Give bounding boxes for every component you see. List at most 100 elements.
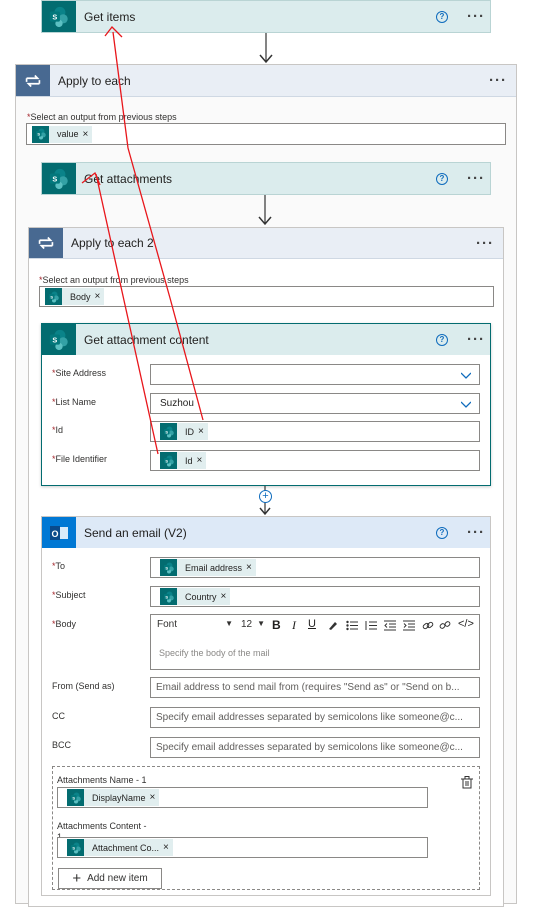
link-icon[interactable] [422,620,434,631]
token-body[interactable]: Body × [45,288,105,305]
id-label: *Id [52,425,64,435]
site-address-label: *Site Address [52,368,107,378]
sharepoint-icon [160,423,177,440]
unlink-icon[interactable] [439,620,451,631]
attachments-content-field[interactable]: Attachment Co... × [57,837,428,858]
more-icon[interactable]: ··· [462,331,490,348]
more-icon[interactable]: ··· [462,8,490,25]
list-name-label: *List Name [52,397,97,407]
token-id[interactable]: Id × [160,452,207,469]
from-field[interactable]: Email address to send mail from (require… [150,677,480,698]
numbered-list-icon[interactable] [365,620,377,631]
plus-icon: + [72,869,82,887]
sharepoint-icon [42,163,76,194]
svg-text:O: O [51,529,58,539]
get-attachments-card[interactable]: Get attachments ? ··· [41,162,491,195]
get-items-card[interactable]: Get items ? ··· [41,0,491,33]
apply-to-each-header[interactable]: Apply to each ··· [16,65,516,97]
card-title: Apply to each 2 [71,236,154,250]
remove-token-icon[interactable]: × [198,426,204,437]
body-placeholder: Specify the body of the mail [159,648,270,658]
bold-icon[interactable]: B [272,618,281,632]
more-icon[interactable]: ··· [462,524,490,541]
help-icon[interactable]: ? [436,333,448,346]
caret-down-icon: ▼ [225,619,233,628]
token-value[interactable]: value × [32,125,93,143]
chevron-down-icon[interactable] [461,399,471,409]
sharepoint-icon [160,588,177,605]
card-title: Send an email (V2) [84,525,187,540]
highlight-icon[interactable] [327,620,338,631]
bcc-field[interactable]: Specify email addresses separated by sem… [150,737,480,758]
body-editor[interactable]: Font ▼ 12 ▼ B I U </> Specify the body o… [150,614,480,670]
remove-token-icon[interactable]: × [163,842,169,853]
token-attachment-content[interactable]: Attachment Co... × [67,839,173,856]
get-attachment-content-header[interactable]: Get attachment content ? ··· [42,324,490,355]
add-step-button[interactable]: + [259,490,272,503]
more-icon[interactable]: ··· [462,170,490,187]
flow-arrow [259,33,273,64]
card-title: Apply to each [58,73,131,88]
to-field[interactable]: Email address × [150,557,480,578]
token-display-name[interactable]: DisplayName × [67,789,160,806]
chevron-down-icon[interactable] [461,370,471,380]
delete-icon[interactable] [461,776,473,789]
apply-to-each-2-header[interactable]: Apply to each 2 ··· [29,228,503,259]
cc-field[interactable]: Specify email addresses separated by sem… [150,707,480,728]
token-id[interactable]: ID × [160,423,208,440]
site-address-dropdown[interactable] [150,364,480,385]
sharepoint-icon [160,452,177,469]
from-label: From (Send as) [52,681,115,691]
attachments-name-label: Attachments Name - 1 [57,775,147,785]
sharepoint-icon [32,125,49,143]
underline-icon[interactable]: U [308,618,316,630]
select-output-label: *Select an output from previous steps [39,275,189,285]
help-icon[interactable]: ? [436,10,448,23]
remove-token-icon[interactable]: × [221,591,227,602]
help-icon[interactable]: ? [436,526,448,539]
remove-token-icon[interactable]: × [83,129,89,140]
select-output-field[interactable]: Body × [39,286,494,307]
card-title: Get attachment content [84,332,209,347]
file-identifier-field[interactable]: Id × [150,450,480,471]
cc-label: CC [52,711,65,721]
remove-token-icon[interactable]: × [95,291,101,302]
select-output-field[interactable]: value × [26,123,506,145]
more-icon[interactable]: ··· [471,235,499,252]
font-select[interactable]: Font ▼ [157,619,233,630]
card-title: Get items [84,9,136,24]
code-view-icon[interactable]: </> [458,618,474,630]
body-label: *Body [52,619,77,629]
token-country[interactable]: Country × [160,588,231,605]
card-title: Get attachments [84,171,173,186]
more-icon[interactable]: ··· [484,72,512,89]
subject-field[interactable]: Country × [150,586,480,607]
id-field[interactable]: ID × [150,421,480,442]
decrease-indent-icon[interactable] [384,620,396,631]
sharepoint-icon [45,288,62,305]
remove-token-icon[interactable]: × [197,455,203,466]
loop-icon [16,65,50,96]
token-email-address[interactable]: Email address × [160,559,256,576]
add-new-item-button[interactable]: + Add new item [58,868,162,889]
help-icon[interactable]: ? [436,172,448,185]
send-email-header[interactable]: O Send an email (V2) ? ··· [42,517,490,548]
sharepoint-icon [67,839,84,856]
remove-token-icon[interactable]: × [246,562,252,573]
font-size-select[interactable]: 12 ▼ [241,619,265,630]
sharepoint-icon [42,324,76,355]
attachments-name-field[interactable]: DisplayName × [57,787,428,808]
flow-arrow [258,195,272,226]
remove-token-icon[interactable]: × [150,792,156,803]
increase-indent-icon[interactable] [403,620,415,631]
sharepoint-icon [160,559,177,576]
bcc-label: BCC [52,740,72,750]
italic-icon[interactable]: I [292,618,296,633]
outlook-icon: O [42,517,76,548]
file-identifier-label: *File Identifier [52,454,108,464]
sharepoint-icon [42,1,76,32]
list-name-dropdown[interactable]: Suzhou [150,393,480,414]
sharepoint-icon [67,789,84,806]
loop-icon [29,228,63,258]
bullet-list-icon[interactable] [346,620,358,631]
